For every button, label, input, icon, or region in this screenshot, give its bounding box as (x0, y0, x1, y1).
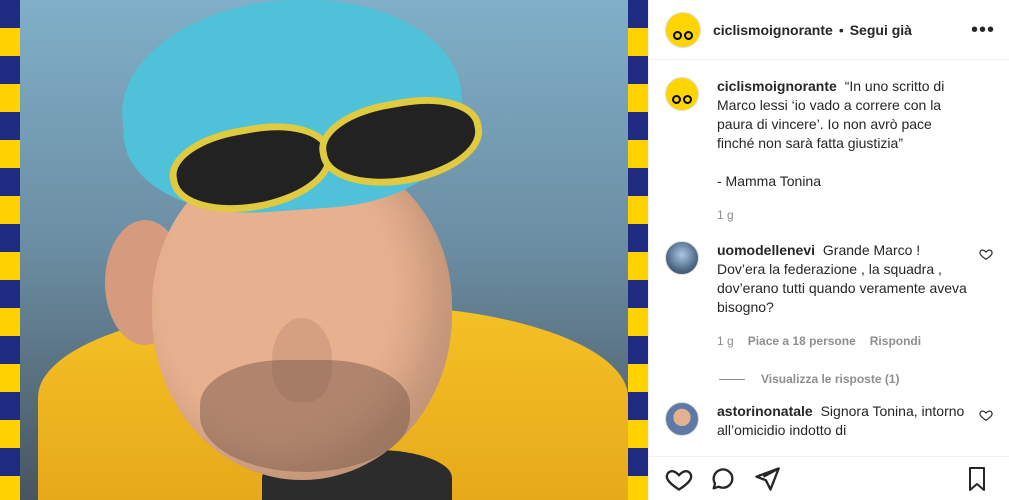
view-replies-button[interactable]: Visualizza le risposte (1) (719, 372, 989, 386)
share-icon[interactable] (753, 465, 781, 493)
comment-likes[interactable]: Piace a 18 persone (748, 332, 856, 351)
profile-avatar[interactable] (665, 11, 701, 48)
comment-body: astorinonatale Signora Tonina, intorno a… (717, 402, 969, 440)
save-icon[interactable] (965, 465, 989, 493)
more-options-icon[interactable]: ••• (971, 20, 995, 40)
heart-icon[interactable] (665, 465, 693, 493)
caption-comment: ciclismoignorante “In uno scritto di Mar… (665, 77, 989, 225)
comment-like-heart-icon[interactable] (979, 247, 993, 261)
post-sidebar: ciclismoignorante • Segui già ••• ciclis… (648, 0, 1009, 500)
comment-meta: 1 g Piace a 18 persone Rispondi (717, 332, 969, 351)
comments-list[interactable]: ciclismoignorante “In uno scritto di Mar… (649, 61, 1009, 456)
caption-text: “In uno scritto di Marco lessi ‘io vado … (717, 78, 945, 189)
follow-status-button[interactable]: Segui già (850, 22, 912, 38)
left-stripe (0, 0, 20, 500)
comment-time[interactable]: 1 g (717, 332, 734, 351)
comment-uomodellenevi: uomodellenevi Grande Marco ! Dov’era la … (665, 241, 993, 351)
cyclist-photo (20, 0, 628, 500)
post-actions (649, 456, 1009, 500)
comment-username[interactable]: astorinonatale (717, 403, 813, 419)
cyclist-logo-icon (672, 84, 692, 104)
reply-button[interactable]: Rispondi (870, 332, 921, 351)
caption-time[interactable]: 1 g (717, 206, 734, 225)
comment-avatar[interactable] (665, 241, 699, 275)
caption-meta: 1 g (717, 206, 969, 225)
caption-username[interactable]: ciclismoignorante (717, 78, 837, 94)
follow-separator: • (838, 21, 844, 38)
post-header: ciclismoignorante • Segui già ••• (649, 0, 1009, 60)
beard (200, 360, 410, 472)
comment-like-heart-icon[interactable] (979, 408, 993, 422)
caption-body: ciclismoignorante “In uno scritto di Mar… (717, 77, 969, 225)
caption-avatar[interactable] (665, 77, 699, 111)
replies-divider (719, 378, 745, 380)
comment-avatar[interactable] (665, 402, 699, 436)
comment-icon[interactable] (709, 465, 737, 493)
comment-body: uomodellenevi Grande Marco ! Dov’era la … (717, 241, 969, 351)
cyclist-logo-icon (673, 20, 693, 40)
comment-astorinonatale: astorinonatale Signora Tonina, intorno a… (665, 402, 993, 440)
right-lens (312, 86, 490, 198)
header-username[interactable]: ciclismoignorante (713, 22, 833, 38)
post-image[interactable] (0, 0, 648, 500)
view-replies-label: Visualizza le risposte (1) (761, 372, 900, 386)
comment-username[interactable]: uomodellenevi (717, 242, 815, 258)
right-stripe (628, 0, 648, 500)
